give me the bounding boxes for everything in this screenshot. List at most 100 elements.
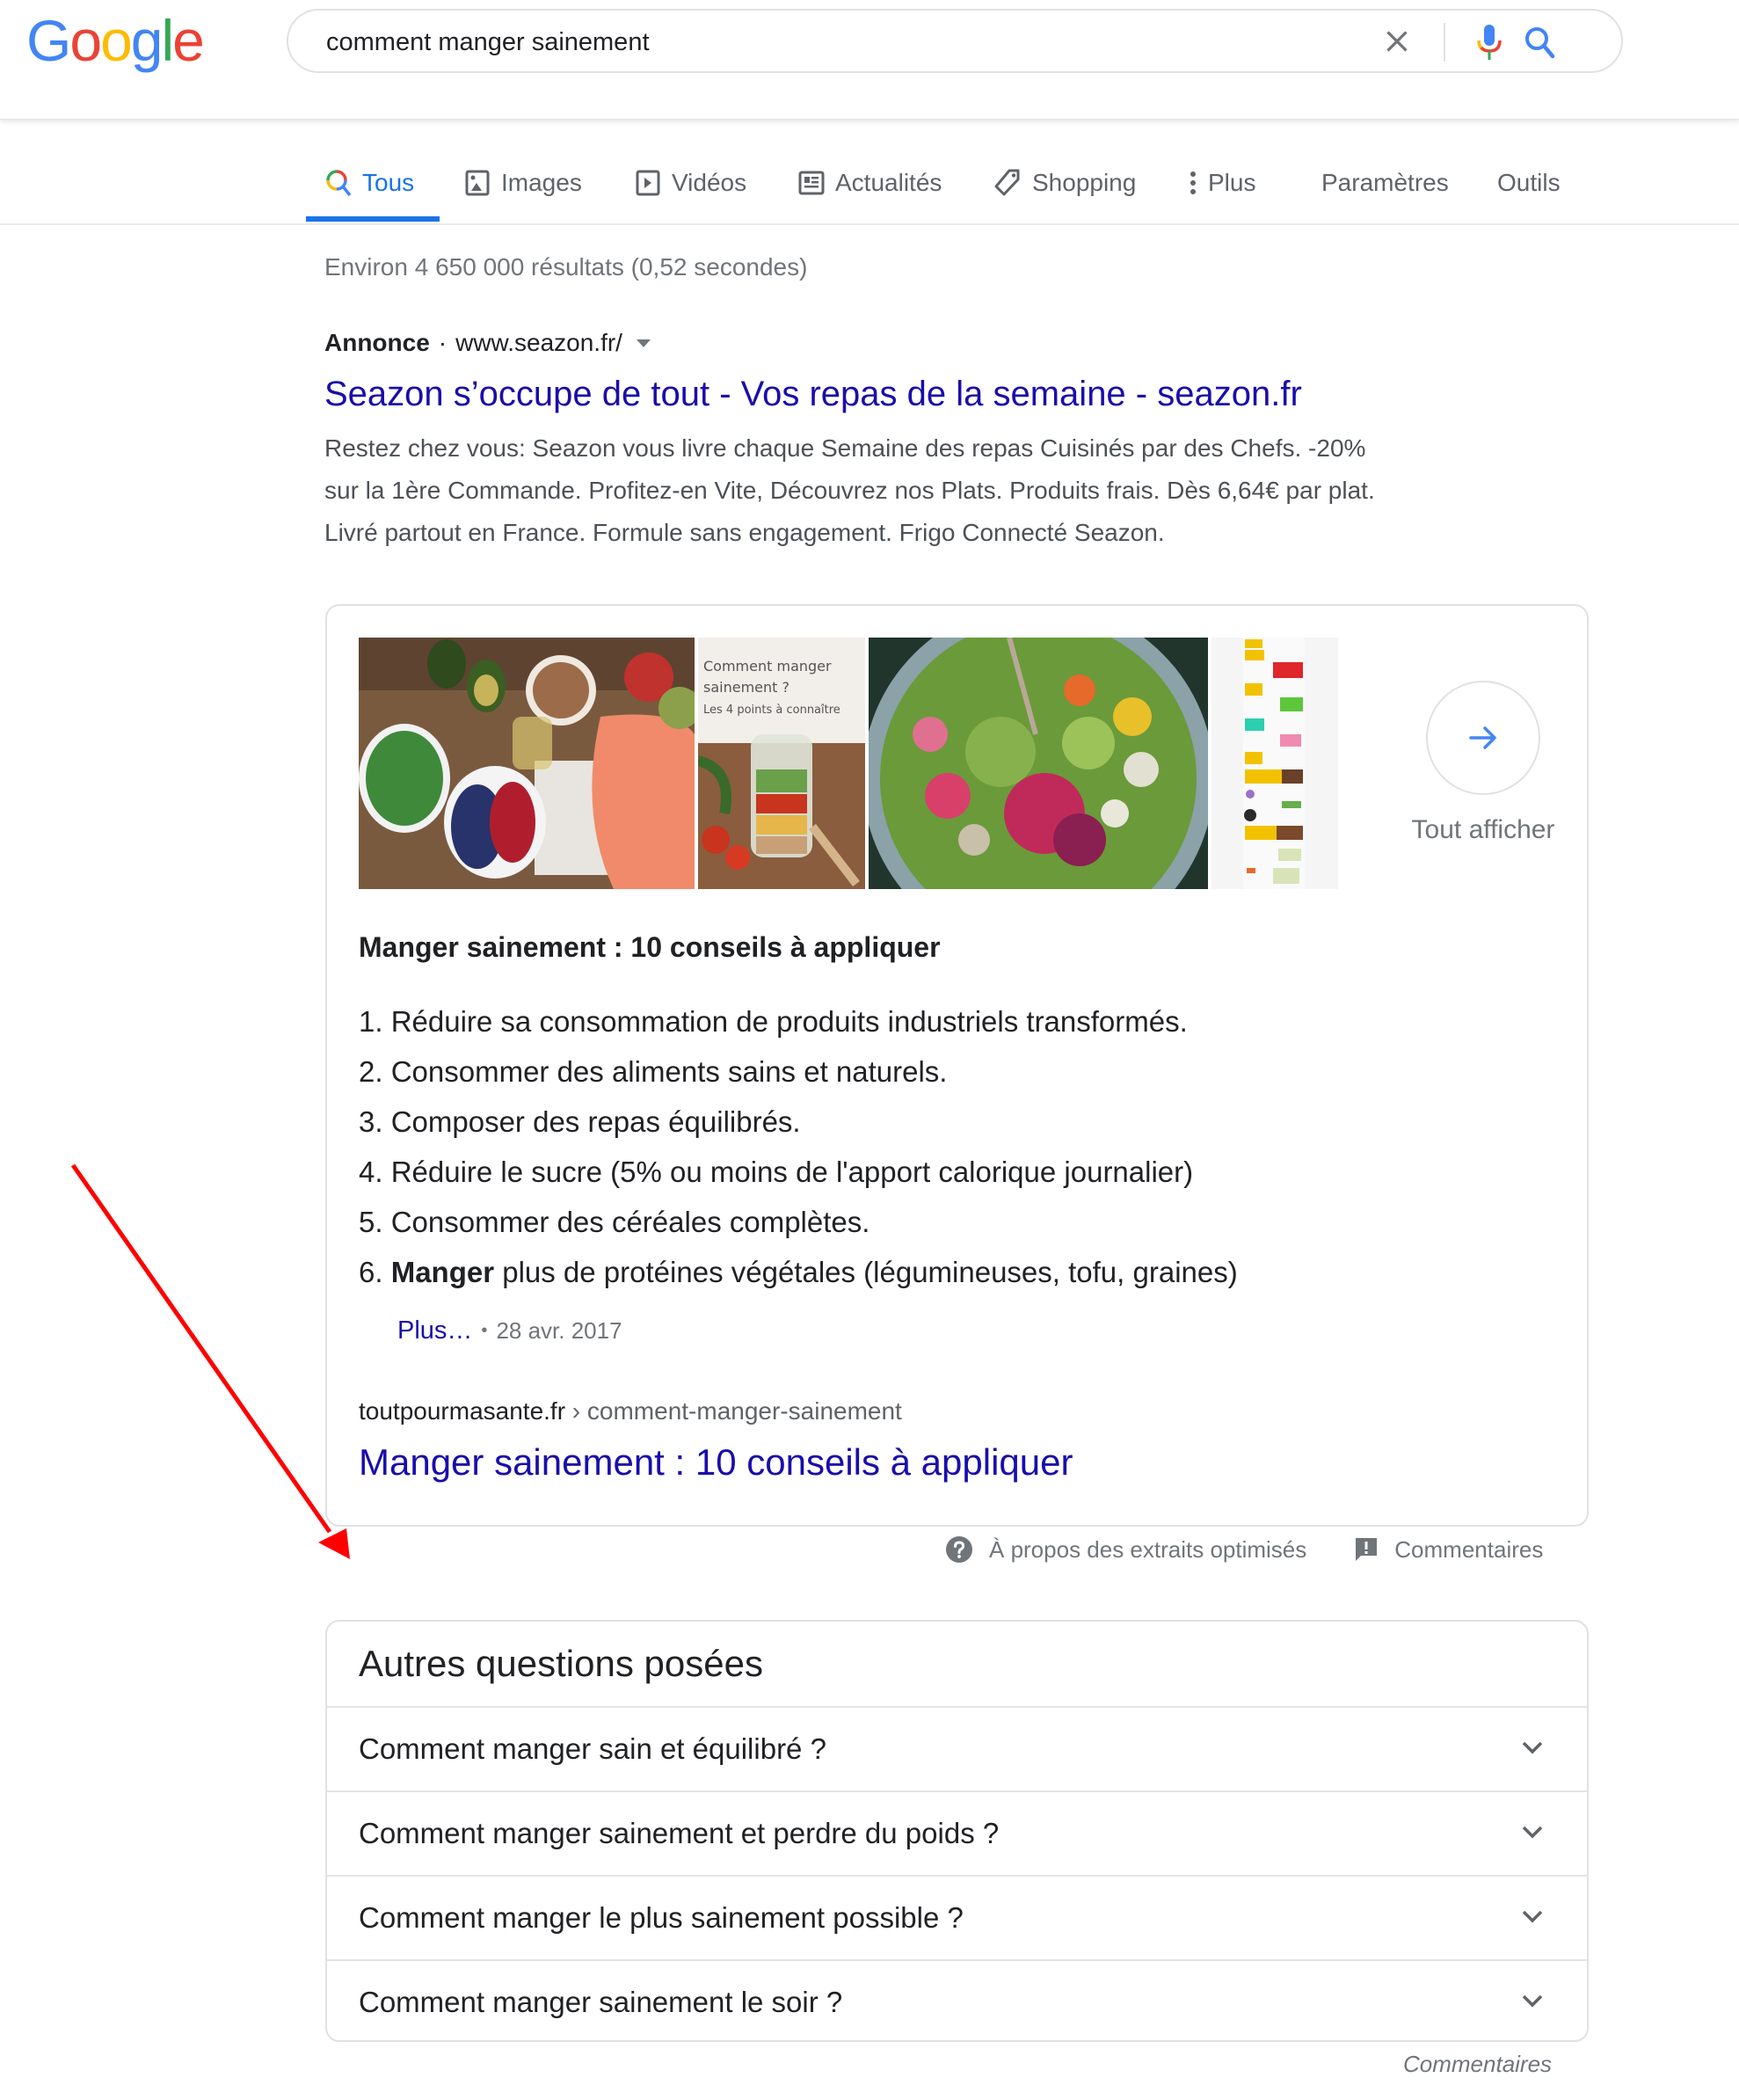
snippet-list-item: 5. Consommer des céréales complètes. [359, 1197, 1238, 1247]
image-overlay-text: sainement ? [703, 679, 789, 696]
list-text: Réduire le sucre (5% ou moins de l'appor… [390, 1156, 1194, 1188]
tab-more[interactable]: Plus [1189, 164, 1255, 202]
snippet-image-3[interactable] [869, 638, 1208, 889]
tab-videos[interactable]: Vidéos [635, 164, 746, 202]
tab-all[interactable]: Tous [325, 164, 414, 202]
settings-label: Paramètres [1321, 169, 1449, 196]
tab-label: Shopping [1032, 169, 1137, 196]
paa-question[interactable]: Comment manger sainement et perdre du po… [327, 1790, 1587, 1875]
search-tabs: Tous Images Vidéos Actualités Shopping P… [0, 120, 1739, 225]
chevron-down-icon [1522, 1826, 1543, 1839]
feedback-icon [1356, 1538, 1378, 1561]
snippet-image-4[interactable] [1211, 638, 1338, 889]
search-header: Google [0, 0, 1739, 120]
result-stats: Environ 4 650 000 résultats (0,52 second… [324, 253, 808, 281]
logo-letter: G [26, 8, 71, 73]
ad-header: Annonce · www.seazon.fr/ [324, 327, 1494, 359]
source-domain: toutpourmasante.fr [359, 1397, 566, 1425]
list-text: Réduire sa consommation de produits indu… [390, 1005, 1188, 1038]
jar-salad-image: Comment manger sainement ? Les 4 points … [698, 638, 865, 889]
ad-description-line: Restez chez vous: Seazon vous livre chaq… [324, 434, 1366, 462]
about-snippets-link[interactable]: À propos des extraits optimisés [945, 1535, 1306, 1564]
active-tab-indicator [306, 216, 440, 222]
chevron-down-icon [1522, 1910, 1543, 1923]
snippet-list-item: 2. Consommer des aliments sains et natur… [359, 1046, 1238, 1097]
see-all-label[interactable]: Tout afficher [1373, 815, 1593, 845]
tag-icon [994, 169, 1020, 196]
about-snippets-label: À propos des extraits optimisés [989, 1535, 1307, 1563]
featured-snippet: Comment manger sainement ? Les 4 points … [325, 604, 1589, 1527]
more-link[interactable]: Plus… [397, 1316, 472, 1345]
more-vert-icon [1190, 171, 1196, 194]
list-text: Consommer des céréales complètes. [390, 1206, 870, 1238]
paa-question-text: Comment manger le plus sainement possibl… [359, 1901, 964, 1934]
infographic-image [1211, 638, 1338, 889]
ad-title-link[interactable]: Seazon s’occupe de tout - Vos repas de l… [324, 373, 1494, 415]
list-text: Composer des repas équilibrés. [390, 1105, 801, 1138]
image-icon [465, 170, 490, 196]
image-overlay-text: Comment manger [703, 658, 832, 674]
settings-tab[interactable]: Paramètres [1321, 164, 1449, 202]
ad-description: Restez chez vous: Seazon vous livre chaq… [324, 427, 1494, 554]
paa-question[interactable]: Comment manger sain et équilibré ? [327, 1706, 1587, 1790]
tools-label: Outils [1497, 169, 1561, 196]
paa-question-text: Comment manger sainement et perdre du po… [359, 1817, 1000, 1849]
ad-url: www.seazon.fr/ [455, 329, 622, 356]
ad-separator: · [438, 329, 447, 356]
help-icon [946, 1536, 972, 1563]
list-bold-text: Manger [390, 1256, 495, 1288]
search-input[interactable] [326, 25, 1381, 60]
feedback-link[interactable]: Commentaires [1354, 1536, 1543, 1564]
salad-bowl-image [869, 638, 1208, 889]
chevron-down-icon [1522, 1741, 1543, 1754]
logo-letter: l [161, 8, 175, 73]
paa-question[interactable]: Comment manger sainement le soir ? [327, 1959, 1587, 2040]
list-number: 2. [359, 1055, 383, 1088]
snippet-footer: À propos des extraits optimisés Commenta… [945, 1532, 1543, 1567]
google-logo[interactable]: Google [26, 7, 205, 74]
tab-label: Images [501, 169, 582, 196]
list-number: 6. [359, 1256, 383, 1288]
search-divider [1444, 23, 1445, 62]
tab-images[interactable]: Images [464, 164, 582, 202]
voice-search-button[interactable] [1472, 23, 1507, 63]
paa-question[interactable]: Comment manger le plus sainement possibl… [327, 1875, 1587, 1959]
snippet-image-2[interactable]: Comment manger sainement ? Les 4 points … [698, 638, 865, 889]
tab-label: Plus [1208, 169, 1256, 196]
list-number: 3. [359, 1105, 383, 1138]
source-path: › comment-manger-sainement [565, 1397, 902, 1425]
tab-shopping[interactable]: Shopping [993, 164, 1136, 202]
play-icon [636, 170, 660, 196]
search-icon [1525, 27, 1555, 59]
source-breadcrumb: toutpourmasante.fr › comment-manger-sain… [359, 1397, 902, 1426]
tools-tab[interactable]: Outils [1497, 164, 1561, 202]
food-photo-image [359, 638, 695, 889]
source-title-link[interactable]: Manger sainement : 10 conseils à appliqu… [359, 1441, 1073, 1484]
logo-letter: g [130, 8, 164, 73]
tab-news[interactable]: Actualités [798, 164, 942, 202]
search-button[interactable] [1519, 23, 1561, 63]
snippet-date: 28 avr. 2017 [496, 1317, 622, 1344]
chevron-down-icon [1522, 1994, 1543, 2008]
snippet-list-item: 1. Réduire sa consommation de produits i… [359, 996, 1238, 1046]
list-number: 4. [359, 1156, 383, 1188]
meta-bullet: • [481, 1321, 488, 1340]
microphone-icon [1477, 25, 1502, 60]
list-number: 5. [359, 1206, 383, 1238]
logo-letter: e [172, 8, 205, 73]
snippet-list-item: 4. Réduire le sucre (5% ou moins de l'ap… [359, 1147, 1238, 1197]
see-all-button[interactable] [1426, 681, 1540, 795]
annotation-arrow-head [318, 1528, 350, 1559]
ad-options-caret-icon[interactable] [636, 339, 651, 347]
snippet-list: 1. Réduire sa consommation de produits i… [359, 996, 1238, 1297]
ad-label: Annonce [324, 329, 430, 356]
paa-feedback-link[interactable]: Commentaires [1403, 2051, 1552, 2078]
snippet-image-1[interactable] [359, 638, 695, 889]
clear-button[interactable] [1381, 26, 1413, 57]
snippet-heading: Manger sainement : 10 conseils à appliqu… [359, 931, 941, 963]
ad-result: Annonce · www.seazon.fr/ Seazon s’occupe… [324, 327, 1494, 554]
feedback-label: Commentaires [1394, 1535, 1544, 1563]
snippet-list-item: 6. Manger plus de protéines végétales (l… [359, 1247, 1238, 1297]
paa-question-text: Comment manger sainement le soir ? [359, 1986, 843, 2018]
close-icon [1386, 31, 1408, 52]
